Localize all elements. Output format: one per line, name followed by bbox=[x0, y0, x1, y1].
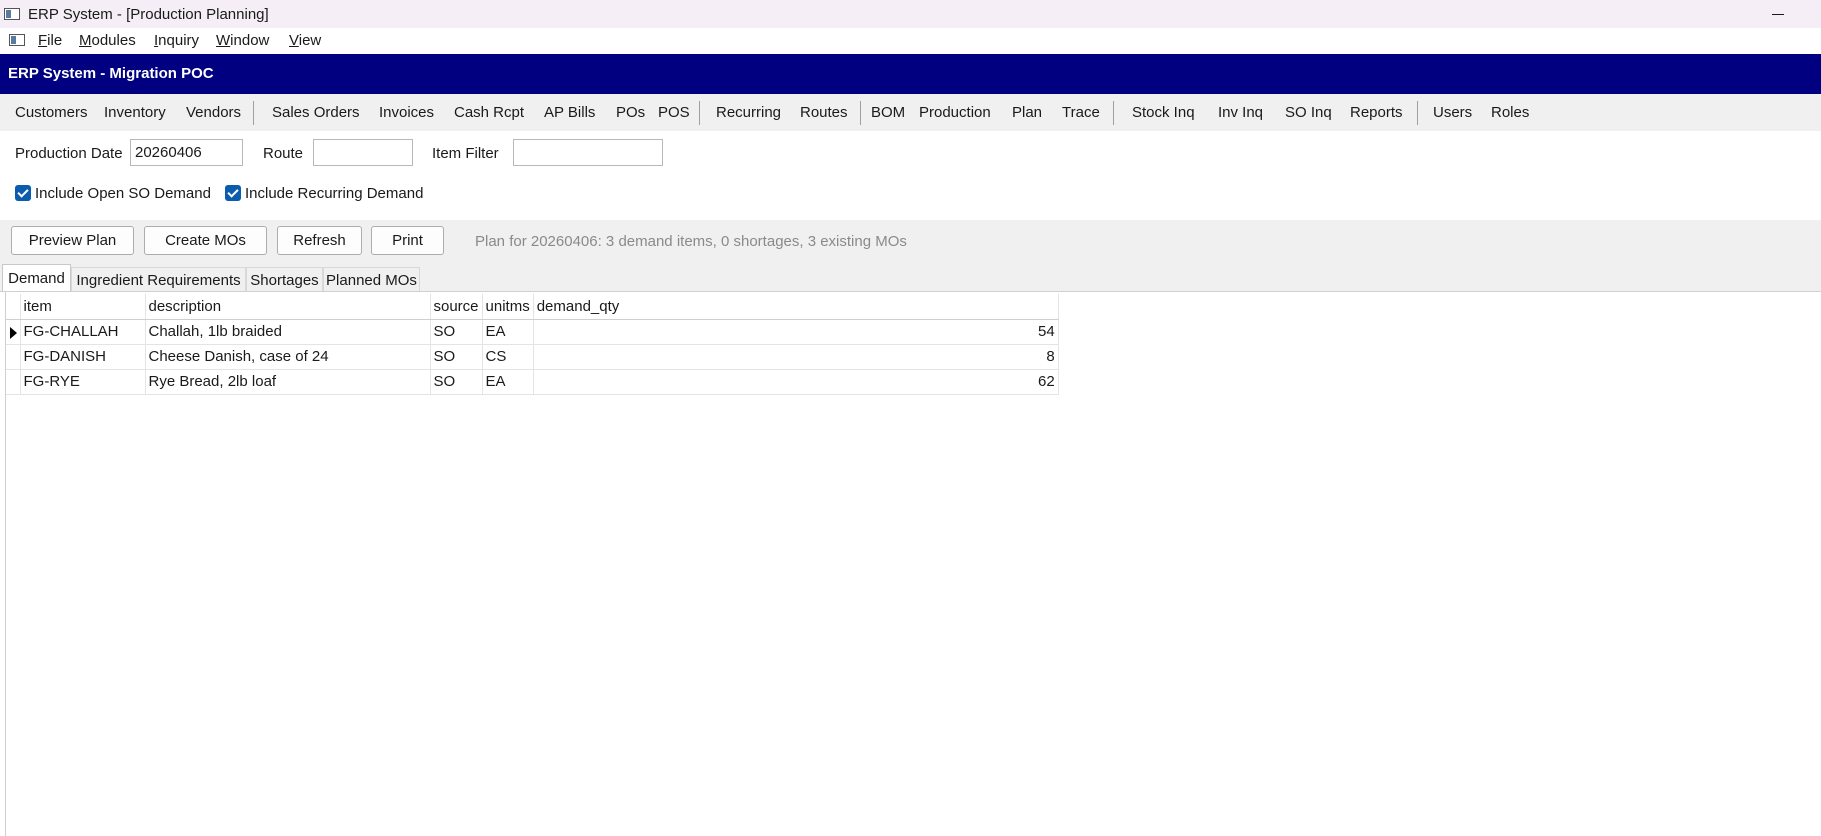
window-title: ERP System - [Production Planning] bbox=[28, 6, 269, 23]
cell-item[interactable]: FG-RYE bbox=[20, 369, 146, 395]
row-header-corner bbox=[6, 294, 21, 320]
include-recurring-checkbox[interactable] bbox=[225, 185, 241, 201]
cell-unitms[interactable]: EA bbox=[482, 369, 534, 395]
module-routes[interactable]: Routes bbox=[800, 104, 848, 121]
row-header[interactable] bbox=[6, 344, 21, 370]
menu-view[interactable]: View bbox=[289, 32, 321, 49]
cell-description[interactable]: Rye Bread, 2lb loaf bbox=[145, 369, 431, 395]
row-header[interactable] bbox=[6, 319, 21, 345]
app-banner: ERP System - Migration POC bbox=[0, 54, 1821, 94]
row-header[interactable] bbox=[6, 369, 21, 395]
cell-item[interactable]: FG-DANISH bbox=[20, 344, 146, 370]
menu-file[interactable]: File bbox=[38, 32, 62, 49]
column-header-source[interactable]: source bbox=[430, 294, 483, 320]
module-inventory[interactable]: Inventory bbox=[104, 104, 166, 121]
table-row[interactable]: FG-RYE Rye Bread, 2lb loaf SO EA 62 bbox=[6, 369, 1059, 395]
grid-header-row: item description source unitms demand_qt… bbox=[6, 294, 1059, 320]
banner-title: ERP System - Migration POC bbox=[8, 65, 214, 82]
tab-ingredient-requirements[interactable]: Ingredient Requirements bbox=[71, 267, 246, 292]
module-production[interactable]: Production bbox=[919, 104, 991, 121]
cell-demand-qty[interactable]: 8 bbox=[533, 344, 1059, 370]
cell-description[interactable]: Cheese Danish, case of 24 bbox=[145, 344, 431, 370]
toolbar-separator bbox=[1417, 101, 1418, 125]
production-date-input[interactable] bbox=[130, 139, 243, 166]
module-pos[interactable]: POs bbox=[616, 104, 645, 121]
tab-strip: Demand Ingredient Requirements Shortages… bbox=[0, 262, 1821, 292]
menu-modules[interactable]: Modules bbox=[79, 32, 136, 49]
cell-demand-qty[interactable]: 62 bbox=[533, 369, 1059, 395]
tab-planned-mos[interactable]: Planned MOs bbox=[323, 267, 420, 292]
module-pos-terminal[interactable]: POS bbox=[658, 104, 690, 121]
minimize-icon bbox=[1772, 13, 1784, 15]
cell-item[interactable]: FG-CHALLAH bbox=[20, 319, 146, 345]
filter-panel: Production Date Route Item Filter Includ… bbox=[0, 131, 1821, 220]
module-plan[interactable]: Plan bbox=[1012, 104, 1042, 121]
preview-plan-button[interactable]: Preview Plan bbox=[11, 226, 134, 255]
module-cash-rcpt[interactable]: Cash Rcpt bbox=[454, 104, 524, 121]
cell-unitms[interactable]: CS bbox=[482, 344, 534, 370]
module-invoices[interactable]: Invoices bbox=[379, 104, 434, 121]
menu-bar: File Modules Inquiry Window View bbox=[0, 28, 1821, 54]
column-header-item[interactable]: item bbox=[20, 294, 146, 320]
cell-description[interactable]: Challah, 1lb braided bbox=[145, 319, 431, 345]
column-header-demand-qty[interactable]: demand_qty bbox=[533, 294, 1059, 320]
menu-window[interactable]: Window bbox=[216, 32, 269, 49]
module-bom[interactable]: BOM bbox=[871, 104, 905, 121]
module-roles[interactable]: Roles bbox=[1491, 104, 1529, 121]
cell-source[interactable]: SO bbox=[430, 344, 483, 370]
table-row[interactable]: FG-DANISH Cheese Danish, case of 24 SO C… bbox=[6, 344, 1059, 370]
include-open-so-label[interactable]: Include Open SO Demand bbox=[35, 185, 211, 202]
document-icon[interactable] bbox=[9, 34, 25, 46]
demand-grid[interactable]: item description source unitms demand_qt… bbox=[6, 294, 1059, 395]
module-toolbar: Customers Inventory Vendors Sales Orders… bbox=[0, 94, 1821, 131]
app-icon bbox=[4, 8, 20, 20]
item-filter-label: Item Filter bbox=[432, 145, 499, 162]
module-inv-inq[interactable]: Inv Inq bbox=[1218, 104, 1263, 121]
title-bar: ERP System - [Production Planning] bbox=[0, 0, 1821, 28]
menu-inquiry[interactable]: Inquiry bbox=[154, 32, 199, 49]
minimize-button[interactable] bbox=[1761, 0, 1795, 28]
create-mos-button[interactable]: Create MOs bbox=[144, 226, 267, 255]
module-trace[interactable]: Trace bbox=[1062, 104, 1100, 121]
route-label: Route bbox=[263, 145, 304, 162]
column-header-description[interactable]: description bbox=[145, 294, 431, 320]
refresh-button[interactable]: Refresh bbox=[277, 226, 362, 255]
module-so-inq[interactable]: SO Inq bbox=[1285, 104, 1332, 121]
module-stock-inq[interactable]: Stock Inq bbox=[1132, 104, 1195, 121]
cell-demand-qty[interactable]: 54 bbox=[533, 319, 1059, 345]
toolbar-separator bbox=[860, 101, 861, 125]
module-sales-orders[interactable]: Sales Orders bbox=[272, 104, 360, 121]
include-recurring-label[interactable]: Include Recurring Demand bbox=[245, 185, 423, 202]
module-reports[interactable]: Reports bbox=[1350, 104, 1403, 121]
print-button[interactable]: Print bbox=[371, 226, 444, 255]
toolbar-separator bbox=[253, 101, 254, 125]
route-input[interactable] bbox=[313, 139, 413, 166]
column-header-unitms[interactable]: unitms bbox=[482, 294, 534, 320]
cell-source[interactable]: SO bbox=[430, 369, 483, 395]
tab-shortages[interactable]: Shortages bbox=[246, 267, 323, 292]
demand-grid-area: item description source unitms demand_qt… bbox=[5, 292, 1821, 836]
cell-source[interactable]: SO bbox=[430, 319, 483, 345]
toolbar-separator bbox=[1113, 101, 1114, 125]
cell-unitms[interactable]: EA bbox=[482, 319, 534, 345]
production-date-label: Production Date bbox=[15, 145, 123, 162]
module-vendors[interactable]: Vendors bbox=[186, 104, 241, 121]
action-bar: Preview Plan Create MOs Refresh Print Pl… bbox=[0, 220, 1821, 262]
item-filter-input[interactable] bbox=[513, 139, 663, 166]
module-customers[interactable]: Customers bbox=[15, 104, 88, 121]
toolbar-separator bbox=[699, 101, 700, 125]
tab-demand[interactable]: Demand bbox=[2, 264, 71, 292]
include-open-so-checkbox[interactable] bbox=[15, 185, 31, 201]
plan-status-text: Plan for 20260406: 3 demand items, 0 sho… bbox=[475, 233, 907, 250]
current-row-arrow-icon bbox=[10, 326, 17, 339]
table-row[interactable]: FG-CHALLAH Challah, 1lb braided SO EA 54 bbox=[6, 319, 1059, 345]
module-recurring[interactable]: Recurring bbox=[716, 104, 781, 121]
module-ap-bills[interactable]: AP Bills bbox=[544, 104, 595, 121]
module-users[interactable]: Users bbox=[1433, 104, 1472, 121]
